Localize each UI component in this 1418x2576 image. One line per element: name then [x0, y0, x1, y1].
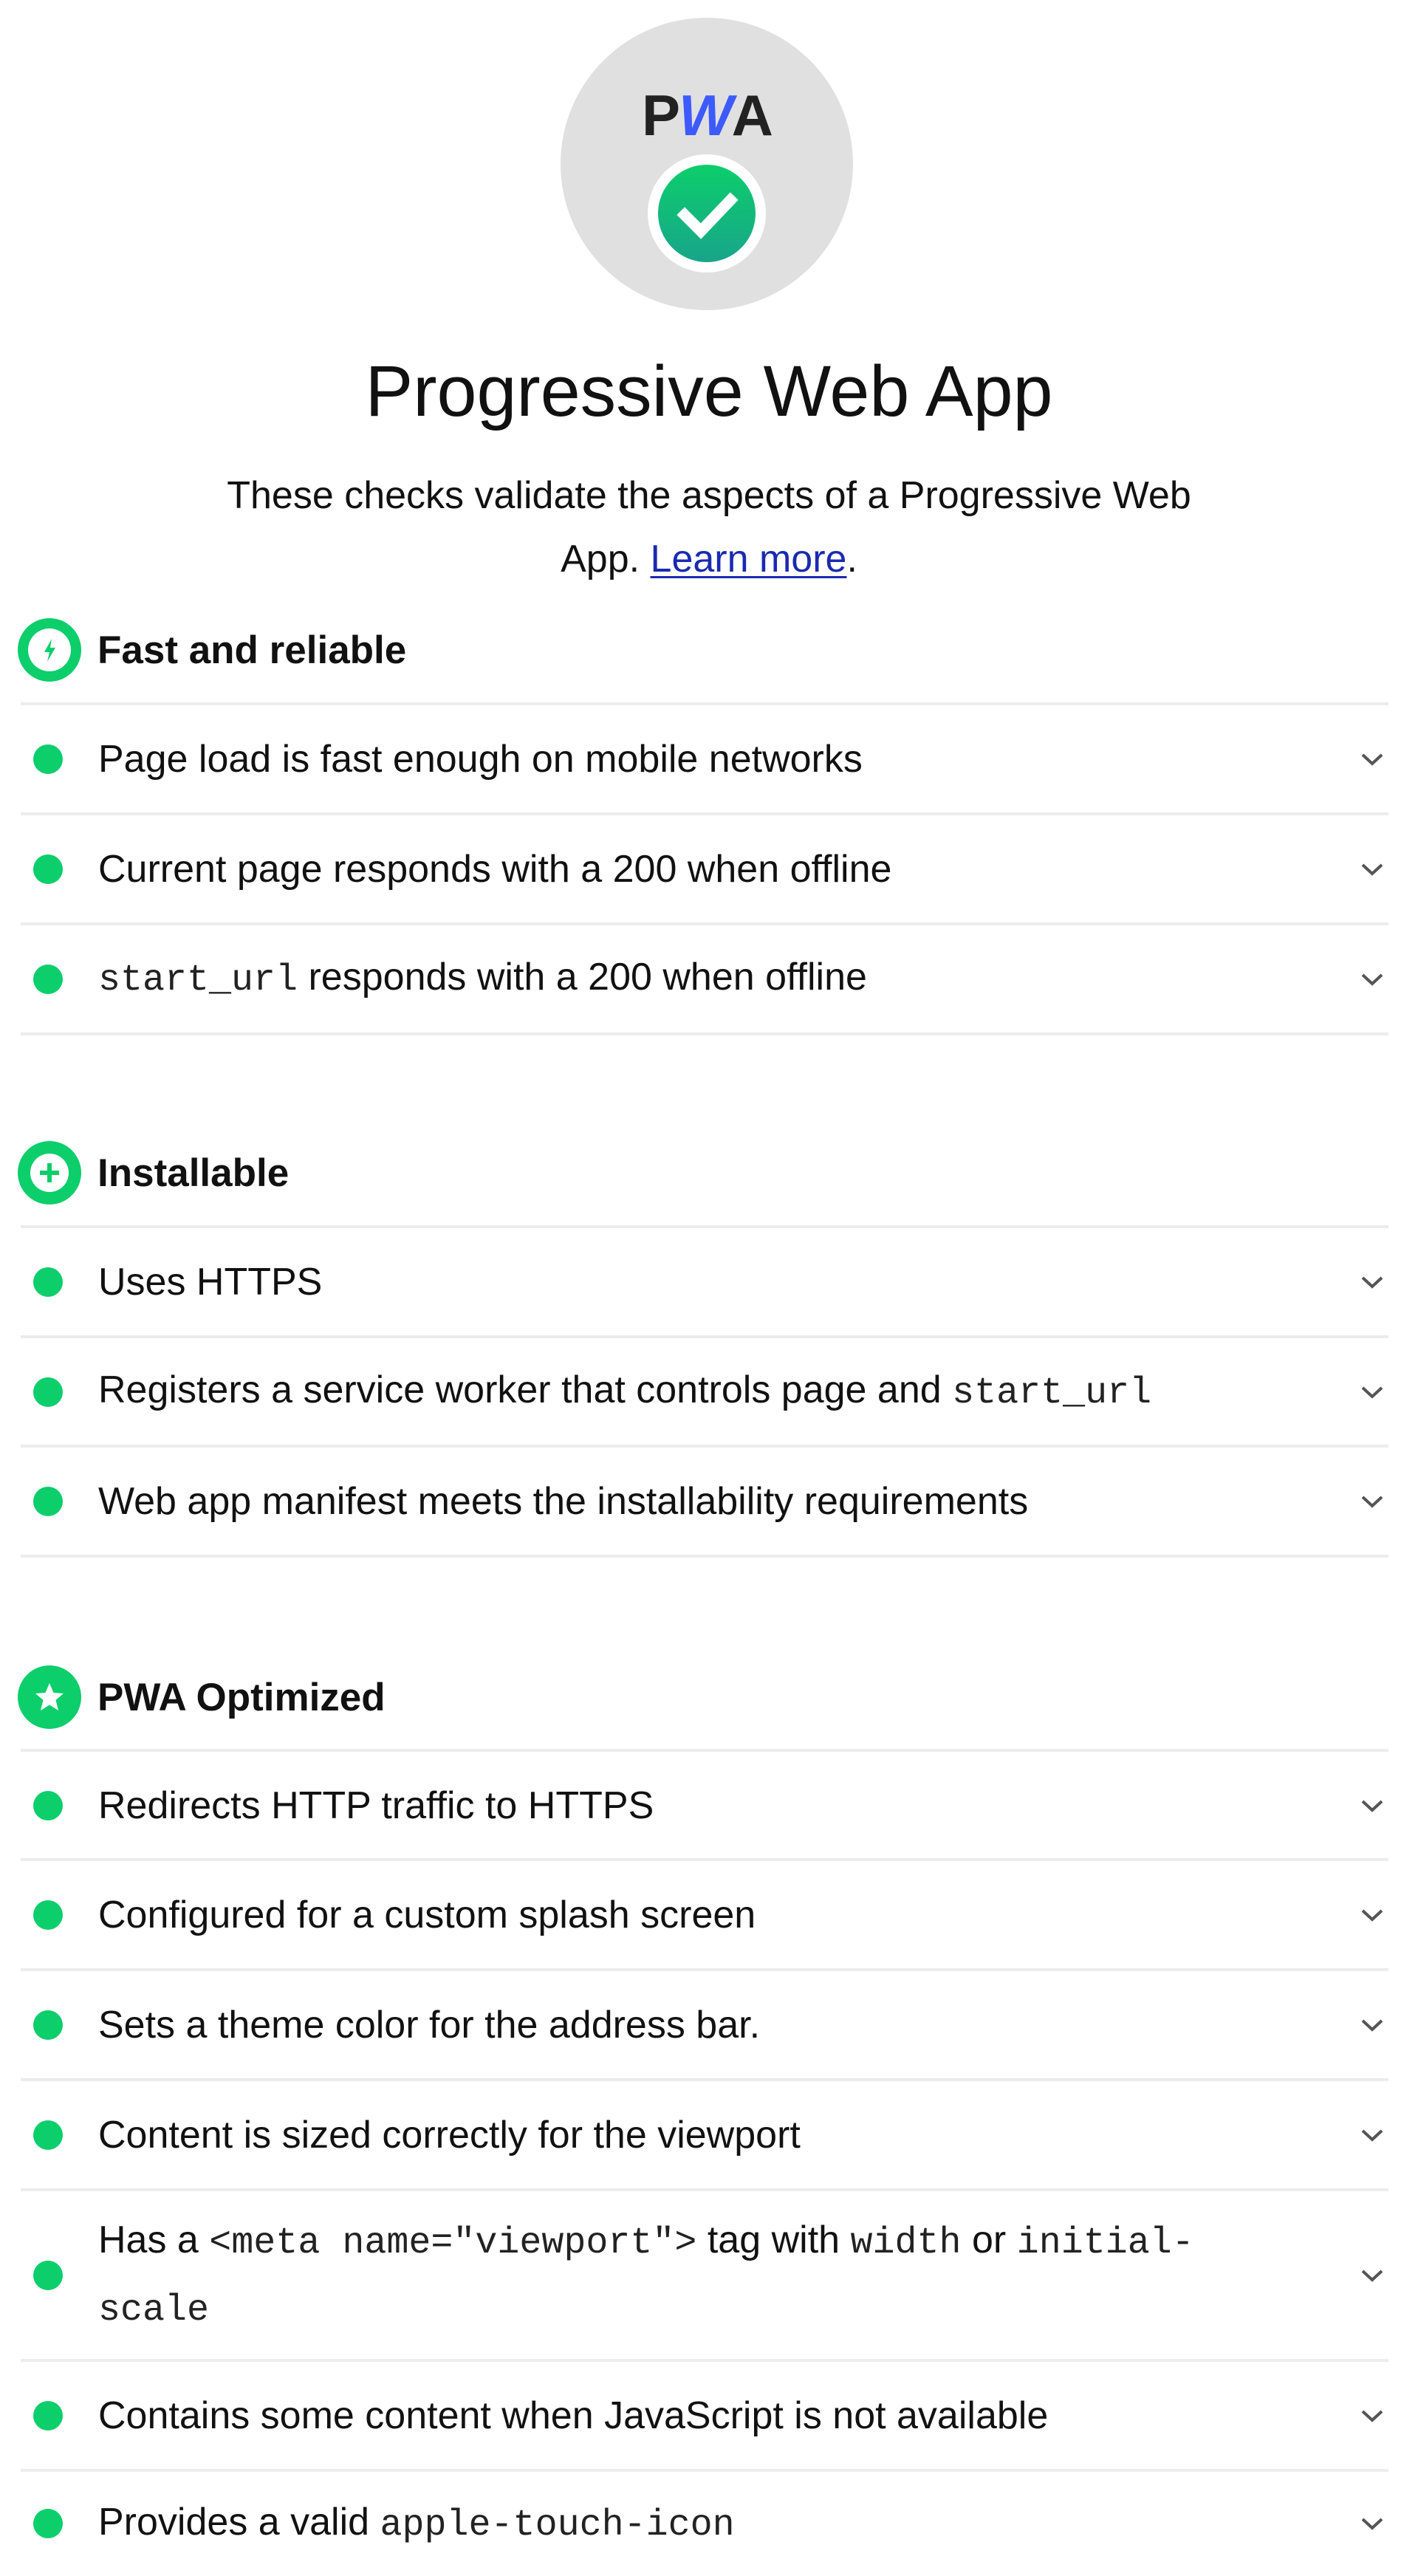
learn-more-link[interactable]: Learn more — [651, 538, 847, 580]
section-divider — [21, 1555, 1388, 1558]
audit-row[interactable]: Registers a service worker that controls… — [21, 1335, 1388, 1445]
audit-title-text: Content is sized correctly for the viewp… — [98, 2113, 801, 2157]
audit-title-text: Sets a theme color for the address bar. — [98, 2003, 761, 2046]
section-title: Installable — [97, 1151, 290, 1195]
plus-circle-icon — [18, 1141, 81, 1205]
pass-status-dot-icon — [33, 1486, 63, 1516]
audit-title-text: responds with a 200 when offline — [298, 956, 867, 998]
audit-title-code: width — [850, 2222, 962, 2264]
audit-title-text: Configured for a custom splash screen — [98, 1893, 756, 1936]
description-period: . — [846, 538, 857, 580]
audit-title: Provides a valid apple-touch-icon — [98, 2490, 1295, 2558]
page-description: These checks validate the aspects of a P… — [207, 464, 1211, 591]
pass-status-dot-icon — [33, 2509, 63, 2538]
chevron-down-icon[interactable] — [1360, 2268, 1385, 2283]
audit-title-text: Page load is fast enough on mobile netwo… — [98, 737, 863, 781]
pass-status-dot-icon — [33, 2400, 63, 2431]
audit-title-text: Redirects HTTP traffic to HTTPS — [98, 1784, 654, 1827]
pwa-logo: PWA — [561, 86, 853, 145]
pwa-logo-w: W — [679, 83, 733, 148]
pass-status-dot-icon — [33, 964, 63, 994]
star-icon — [18, 1665, 81, 1729]
check-icon — [658, 165, 756, 262]
audit-title: Sets a theme color for the address bar. — [98, 1993, 1295, 2057]
audit-title: Uses HTTPS — [98, 1250, 1295, 1314]
pass-status-dot-icon — [33, 2010, 63, 2040]
audit-row[interactable]: Current page responds with a 200 when of… — [21, 812, 1388, 922]
chevron-down-icon[interactable] — [1360, 2516, 1385, 2531]
audit-row[interactable]: start_url responds with a 200 when offli… — [21, 922, 1388, 1032]
section-installable: Installable — [18, 1140, 289, 1205]
audit-row[interactable]: Redirects HTTP traffic to HTTPS — [21, 1749, 1388, 1859]
shield-lightning-icon — [18, 618, 81, 682]
audit-row[interactable]: Web app manifest meets the installabilit… — [21, 1445, 1388, 1555]
chevron-down-icon[interactable] — [1360, 1385, 1385, 1400]
chevron-down-icon[interactable] — [1360, 752, 1385, 767]
audit-row[interactable]: Uses HTTPS — [21, 1225, 1388, 1335]
audit-title: Redirects HTTP traffic to HTTPS — [98, 1774, 1295, 1837]
audit-row[interactable]: Page load is fast enough on mobile netwo… — [21, 702, 1388, 812]
audit-title: Content is sized correctly for the viewp… — [98, 2103, 1295, 2167]
pass-status-dot-icon — [33, 2260, 63, 2290]
chevron-down-icon[interactable] — [1360, 1908, 1385, 1922]
pass-status-dot-icon — [33, 1900, 63, 1930]
audit-title: start_url responds with a 200 when offli… — [98, 945, 1295, 1013]
chevron-down-icon[interactable] — [1360, 1275, 1385, 1289]
audit-row[interactable]: Contains some content when JavaScript is… — [21, 2359, 1388, 2469]
pwa-gauge: PWA — [561, 18, 853, 310]
audit-title: Current page responds with a 200 when of… — [98, 837, 1295, 901]
page-title: Progressive Web App — [365, 351, 1053, 431]
section-title: PWA Optimized — [97, 1675, 386, 1719]
chevron-down-icon[interactable] — [1360, 972, 1385, 987]
section-title: Fast and reliable — [97, 628, 407, 672]
audit-title-text: Provides a valid — [98, 2500, 380, 2544]
audit-title-text: Current page responds with a 200 when of… — [98, 847, 892, 891]
pass-badge — [648, 154, 766, 273]
chevron-down-icon[interactable] — [1360, 2018, 1385, 2032]
pass-status-dot-icon — [33, 1377, 63, 1407]
section-divider — [21, 1032, 1388, 1035]
audit-title: Registers a service worker that controls… — [98, 1358, 1295, 1425]
audit-title-code: apple-touch-icon — [380, 2504, 735, 2546]
audit-title: Configured for a custom splash screen — [98, 1883, 1295, 1947]
audit-title: Web app manifest meets the installabilit… — [98, 1470, 1295, 1533]
pass-status-dot-icon — [33, 854, 63, 884]
audit-title-text: Has a — [98, 2218, 210, 2261]
chevron-down-icon[interactable] — [1360, 862, 1385, 877]
section-pwa-optimized: PWA Optimized — [18, 1665, 386, 1730]
pass-status-dot-icon — [33, 744, 63, 774]
pwa-logo-p: P — [642, 83, 680, 148]
section-fast-and-reliable: Fast and reliable — [18, 617, 406, 682]
pass-status-dot-icon — [33, 1267, 63, 1297]
audit-row[interactable]: Configured for a custom splash screen — [21, 1858, 1388, 1968]
audit-title-text: or — [961, 2218, 1017, 2261]
audit-title: Contains some content when JavaScript is… — [98, 2384, 1295, 2447]
chevron-down-icon[interactable] — [1360, 2128, 1385, 2142]
audit-title-code: start_url — [98, 959, 298, 1001]
audit-row[interactable]: Content is sized correctly for the viewp… — [21, 2078, 1388, 2188]
audit-title-code: <meta name="viewport"> — [209, 2222, 697, 2264]
pass-status-dot-icon — [33, 1790, 63, 1820]
chevron-down-icon[interactable] — [1360, 2408, 1385, 2423]
audit-title: Page load is fast enough on mobile netwo… — [98, 727, 1295, 791]
audit-title: Has a <meta name="viewport"> tag with wi… — [98, 2208, 1295, 2343]
audit-title-text: Web app manifest meets the installabilit… — [98, 1479, 1029, 1523]
audit-row[interactable]: Has a <meta name="viewport"> tag with wi… — [21, 2188, 1388, 2359]
pwa-logo-a: A — [731, 83, 773, 148]
audit-title-text: Contains some content when JavaScript is… — [98, 2394, 1049, 2437]
audit-title-text: tag with — [696, 2218, 851, 2261]
audit-title-code: start_url — [952, 1372, 1152, 1414]
audit-row[interactable]: Sets a theme color for the address bar. — [21, 1968, 1388, 2078]
pass-status-dot-icon — [33, 2120, 63, 2150]
audit-title-text: Uses HTTPS — [98, 1260, 323, 1304]
chevron-down-icon[interactable] — [1360, 1798, 1385, 1813]
audit-row[interactable]: Provides a valid apple-touch-icon — [21, 2469, 1388, 2575]
audit-title-text: Registers a service worker that controls… — [98, 1368, 953, 1411]
chevron-down-icon[interactable] — [1360, 1494, 1385, 1509]
